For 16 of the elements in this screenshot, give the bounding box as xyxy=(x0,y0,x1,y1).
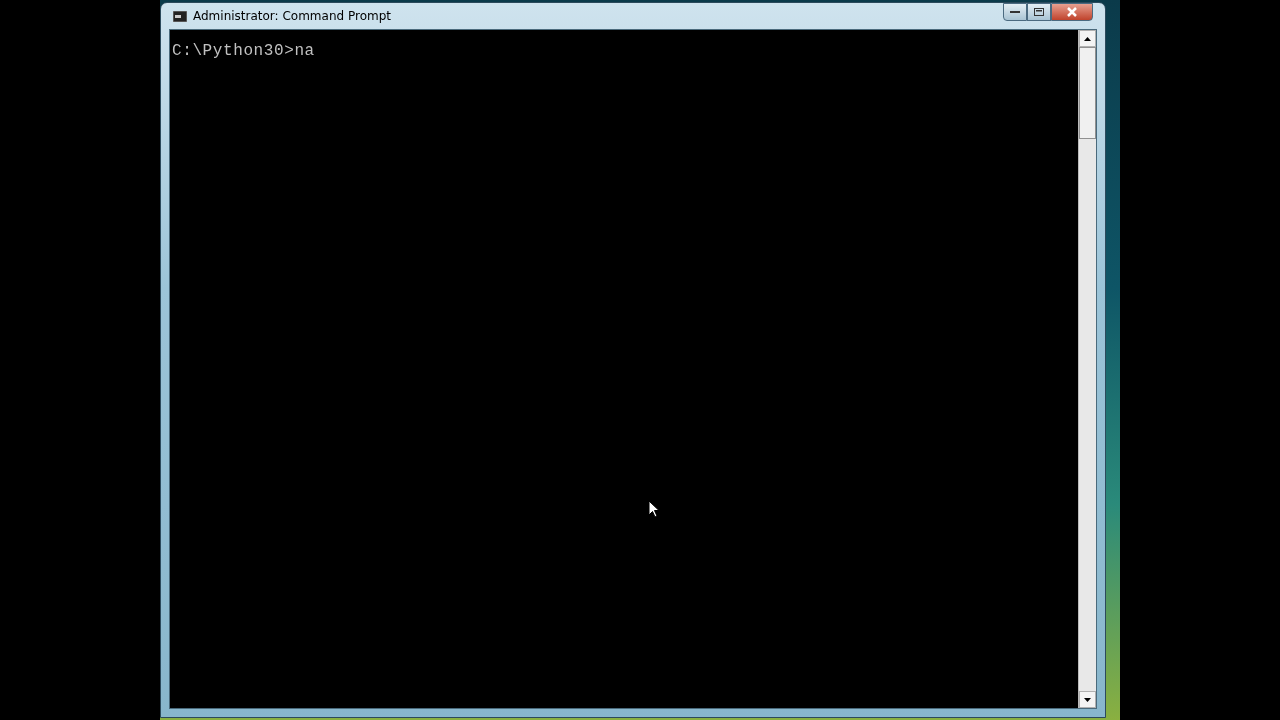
minimize-button[interactable] xyxy=(1003,3,1027,21)
maximize-icon xyxy=(1034,8,1044,16)
console-app-icon xyxy=(173,10,187,22)
scroll-up-button[interactable] xyxy=(1079,30,1096,47)
close-icon xyxy=(1066,7,1078,17)
maximize-button[interactable] xyxy=(1027,3,1051,21)
mouse-pointer-icon xyxy=(648,500,660,518)
scroll-down-button[interactable] xyxy=(1079,691,1096,708)
minimize-icon xyxy=(1010,10,1020,14)
scrollbar[interactable] xyxy=(1078,30,1096,708)
scroll-thumb[interactable] xyxy=(1079,47,1096,139)
down-arrow-icon xyxy=(1084,697,1091,702)
window-title: Administrator: Command Prompt xyxy=(193,9,392,23)
close-button[interactable] xyxy=(1051,3,1093,21)
up-arrow-icon xyxy=(1084,36,1091,41)
console-line: C:\Python30>na xyxy=(172,42,316,60)
